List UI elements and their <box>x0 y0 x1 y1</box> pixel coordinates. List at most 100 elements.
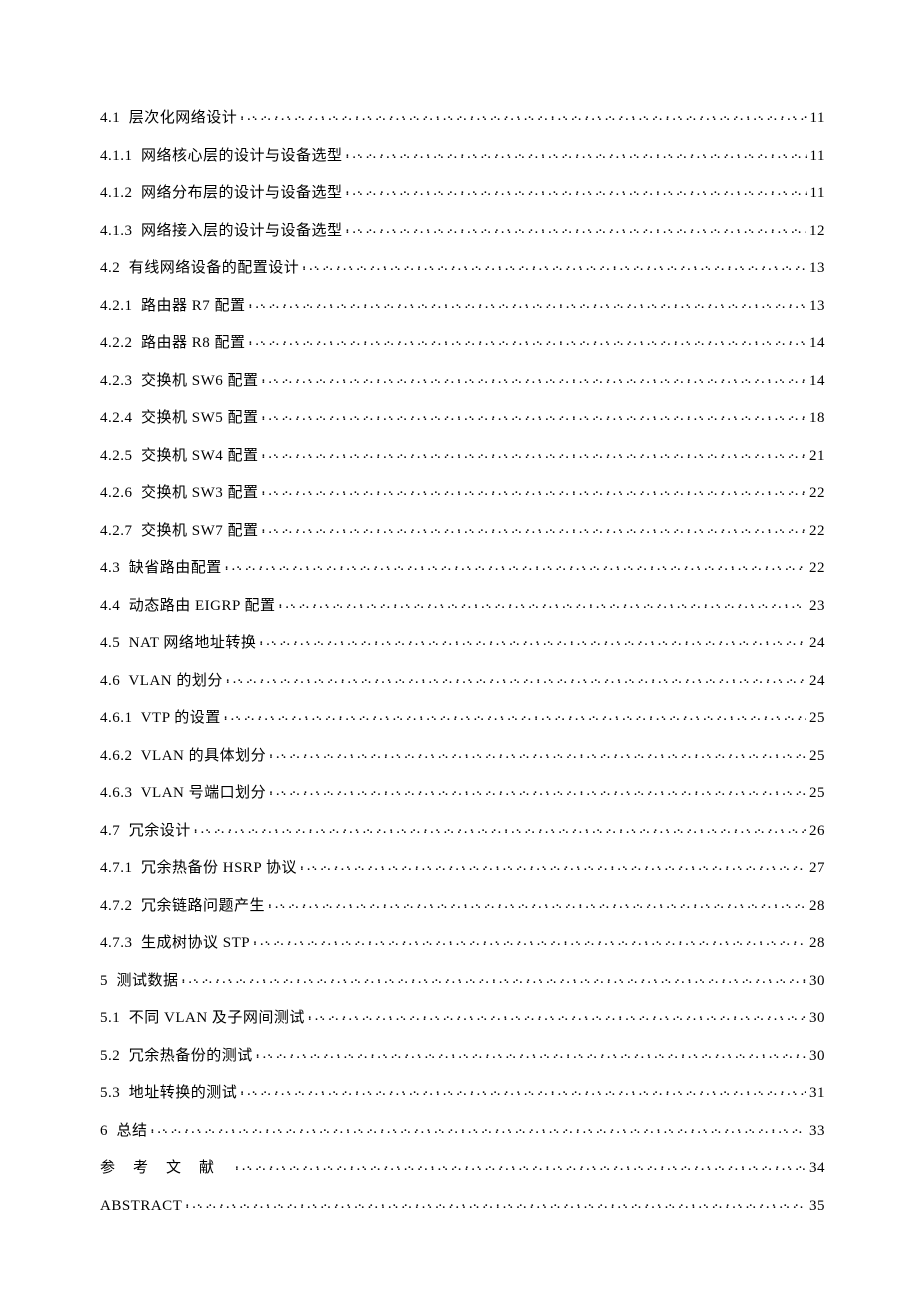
toc-entry-page: 31 <box>809 1086 825 1101</box>
toc-entry-page: 11 <box>810 111 825 126</box>
toc-entry-label: 4.1.3 网络接入层的设计与设备选型 <box>100 224 343 239</box>
toc-leader-dots: . . . . . . . . . . . . . . . . . . . . … <box>268 898 806 910</box>
toc-entry-label: 5 测试数据 <box>100 974 179 989</box>
toc-entry-page: 33 <box>809 1124 825 1139</box>
toc-entry-label: 4.2.5 交换机 SW4 配置 <box>100 449 259 464</box>
toc-entry: 4.2 有线网络设备的配置设计. . . . . . . . . . . . .… <box>100 260 825 276</box>
toc-leader-dots: . . . . . . . . . . . . . . . . . . . . … <box>262 485 806 497</box>
toc-entry: 参考文献. . . . . . . . . . . . . . . . . . … <box>100 1160 825 1176</box>
toc-entry: 4.5 NAT 网络地址转换. . . . . . . . . . . . . … <box>100 635 825 651</box>
toc-leader-dots: . . . . . . . . . . . . . . . . . . . . … <box>346 223 806 235</box>
toc-leader-dots: . . . . . . . . . . . . . . . . . . . . … <box>151 1123 806 1135</box>
toc-entry: 4.7.3 生成树协议 STP. . . . . . . . . . . . .… <box>100 935 825 951</box>
toc-entry-label: 4.6.3 VLAN 号端口划分 <box>100 786 266 801</box>
toc-leader-dots: . . . . . . . . . . . . . . . . . . . . … <box>249 298 806 310</box>
toc-entry-page: 28 <box>809 936 825 951</box>
toc-entry: 4.7.1 冗余热备份 HSRP 协议. . . . . . . . . . .… <box>100 860 825 876</box>
toc-entry-page: 30 <box>809 1049 825 1064</box>
toc-entry-label: 4.6.2 VLAN 的具体划分 <box>100 749 266 764</box>
toc-entry-page: 25 <box>809 711 825 726</box>
toc-leader-dots: . . . . . . . . . . . . . . . . . . . . … <box>185 1198 806 1210</box>
toc-entry: 5 测试数据. . . . . . . . . . . . . . . . . … <box>100 973 825 989</box>
toc-entry-page: 25 <box>809 786 825 801</box>
toc-entry-page: 21 <box>809 449 825 464</box>
toc-entry-page: 24 <box>809 636 825 651</box>
toc-entry-label: 4.7.3 生成树协议 STP <box>100 936 250 951</box>
toc-leader-dots: . . . . . . . . . . . . . . . . . . . . … <box>300 860 806 872</box>
toc-entry-label: 4.2.1 路由器 R7 配置 <box>100 299 246 314</box>
toc-leader-dots: . . . . . . . . . . . . . . . . . . . . … <box>226 673 806 685</box>
toc-leader-dots: . . . . . . . . . . . . . . . . . . . . … <box>269 785 806 797</box>
toc-entry-label: 4.2.2 路由器 R8 配置 <box>100 336 246 351</box>
toc-entry-page: 11 <box>810 149 825 164</box>
toc-entry: 4.2.4 交换机 SW5 配置. . . . . . . . . . . . … <box>100 410 825 426</box>
toc-entry-page: 30 <box>809 974 825 989</box>
toc-entry-label: 4.2.3 交换机 SW6 配置 <box>100 374 259 389</box>
toc-entry: 4.7.2 冗余链路问题产生. . . . . . . . . . . . . … <box>100 898 825 914</box>
toc-entry-label: 4.1 层次化网络设计 <box>100 111 237 126</box>
toc-entry-label: 5.1 不同 VLAN 及子网间测试 <box>100 1011 305 1026</box>
toc-entry-page: 23 <box>809 599 825 614</box>
toc-entry: 5.1 不同 VLAN 及子网间测试. . . . . . . . . . . … <box>100 1010 825 1026</box>
toc-entry-page: 13 <box>809 299 825 314</box>
toc-entry: 4.7 冗余设计. . . . . . . . . . . . . . . . … <box>100 823 825 839</box>
toc-entry: 4.2.2 路由器 R8 配置. . . . . . . . . . . . .… <box>100 335 825 351</box>
toc-entry: ABSTRACT. . . . . . . . . . . . . . . . … <box>100 1198 825 1214</box>
toc-entry-page: 24 <box>809 674 825 689</box>
toc-leader-dots: . . . . . . . . . . . . . . . . . . . . … <box>256 1048 806 1060</box>
toc-entry: 4.4 动态路由 EIGRP 配置. . . . . . . . . . . .… <box>100 598 825 614</box>
toc-entry-label: 4.4 动态路由 EIGRP 配置 <box>100 599 276 614</box>
toc-entry-label: ABSTRACT <box>100 1199 182 1214</box>
toc-leader-dots: . . . . . . . . . . . . . . . . . . . . … <box>262 373 806 385</box>
toc-entry: 4.2.1 路由器 R7 配置. . . . . . . . . . . . .… <box>100 298 825 314</box>
toc-entry: 5.3 地址转换的测试. . . . . . . . . . . . . . .… <box>100 1085 825 1101</box>
toc-entry-page: 14 <box>809 374 825 389</box>
toc-leader-dots: . . . . . . . . . . . . . . . . . . . . … <box>279 598 806 610</box>
toc-entry-label: 4.7.1 冗余热备份 HSRP 协议 <box>100 861 297 876</box>
toc-entry-page: 34 <box>809 1161 825 1176</box>
toc-leader-dots: . . . . . . . . . . . . . . . . . . . . … <box>240 110 806 122</box>
toc-entry-label: 6 总结 <box>100 1124 148 1139</box>
toc-entry: 4.2.6 交换机 SW3 配置. . . . . . . . . . . . … <box>100 485 825 501</box>
toc-entry-page: 14 <box>809 336 825 351</box>
toc-leader-dots: . . . . . . . . . . . . . . . . . . . . … <box>259 635 806 647</box>
toc-entry: 4.6.1 VTP 的设置. . . . . . . . . . . . . .… <box>100 710 825 726</box>
toc-entry: 4.2.3 交换机 SW6 配置. . . . . . . . . . . . … <box>100 373 825 389</box>
toc-entry-label: 4.7 冗余设计 <box>100 824 191 839</box>
toc-entry: 4.6.3 VLAN 号端口划分. . . . . . . . . . . . … <box>100 785 825 801</box>
toc-entry: 4.6 VLAN 的划分. . . . . . . . . . . . . . … <box>100 673 825 689</box>
toc-entry-label: 4.1.1 网络核心层的设计与设备选型 <box>100 149 343 164</box>
toc-entry: 4.3 缺省路由配置. . . . . . . . . . . . . . . … <box>100 560 825 576</box>
toc-entry-page: 30 <box>809 1011 825 1026</box>
toc-entry: 6 总结. . . . . . . . . . . . . . . . . . … <box>100 1123 825 1139</box>
toc-entry-page: 12 <box>809 224 825 239</box>
toc-leader-dots: . . . . . . . . . . . . . . . . . . . . … <box>308 1010 806 1022</box>
toc-entry-label: 4.6.1 VTP 的设置 <box>100 711 221 726</box>
toc-entry: 4.2.5 交换机 SW4 配置. . . . . . . . . . . . … <box>100 448 825 464</box>
toc-leader-dots: . . . . . . . . . . . . . . . . . . . . … <box>346 148 807 160</box>
toc-entry: 4.1.1 网络核心层的设计与设备选型. . . . . . . . . . .… <box>100 148 825 164</box>
toc-entry-label: 4.2.6 交换机 SW3 配置 <box>100 486 259 501</box>
toc-entry-page: 22 <box>809 524 825 539</box>
toc-leader-dots: . . . . . . . . . . . . . . . . . . . . … <box>182 973 806 985</box>
toc-entry-label: 5.3 地址转换的测试 <box>100 1086 237 1101</box>
toc-leader-dots: . . . . . . . . . . . . . . . . . . . . … <box>194 823 806 835</box>
toc-entry: 5.2 冗余热备份的测试. . . . . . . . . . . . . . … <box>100 1048 825 1064</box>
toc-entry-page: 11 <box>810 186 825 201</box>
toc-leader-dots: . . . . . . . . . . . . . . . . . . . . … <box>262 410 806 422</box>
toc-leader-dots: . . . . . . . . . . . . . . . . . . . . … <box>225 560 806 572</box>
toc-entry-label: 4.5 NAT 网络地址转换 <box>100 636 256 651</box>
toc-entry-label: 4.2.4 交换机 SW5 配置 <box>100 411 259 426</box>
toc-entry-label: 4.2.7 交换机 SW7 配置 <box>100 524 259 539</box>
toc-entry: 4.1.2 网络分布层的设计与设备选型. . . . . . . . . . .… <box>100 185 825 201</box>
toc-leader-dots: . . . . . . . . . . . . . . . . . . . . … <box>262 523 806 535</box>
toc-entry-page: 26 <box>809 824 825 839</box>
toc-entry-page: 25 <box>809 749 825 764</box>
toc-entry-label: 4.1.2 网络分布层的设计与设备选型 <box>100 186 343 201</box>
toc-entry-label: 参考文献 <box>100 1161 232 1176</box>
toc-entry-page: 27 <box>809 861 825 876</box>
toc-entry: 4.2.7 交换机 SW7 配置. . . . . . . . . . . . … <box>100 523 825 539</box>
toc-leader-dots: . . . . . . . . . . . . . . . . . . . . … <box>240 1085 806 1097</box>
toc-entry-page: 28 <box>809 899 825 914</box>
toc-leader-dots: . . . . . . . . . . . . . . . . . . . . … <box>224 710 806 722</box>
